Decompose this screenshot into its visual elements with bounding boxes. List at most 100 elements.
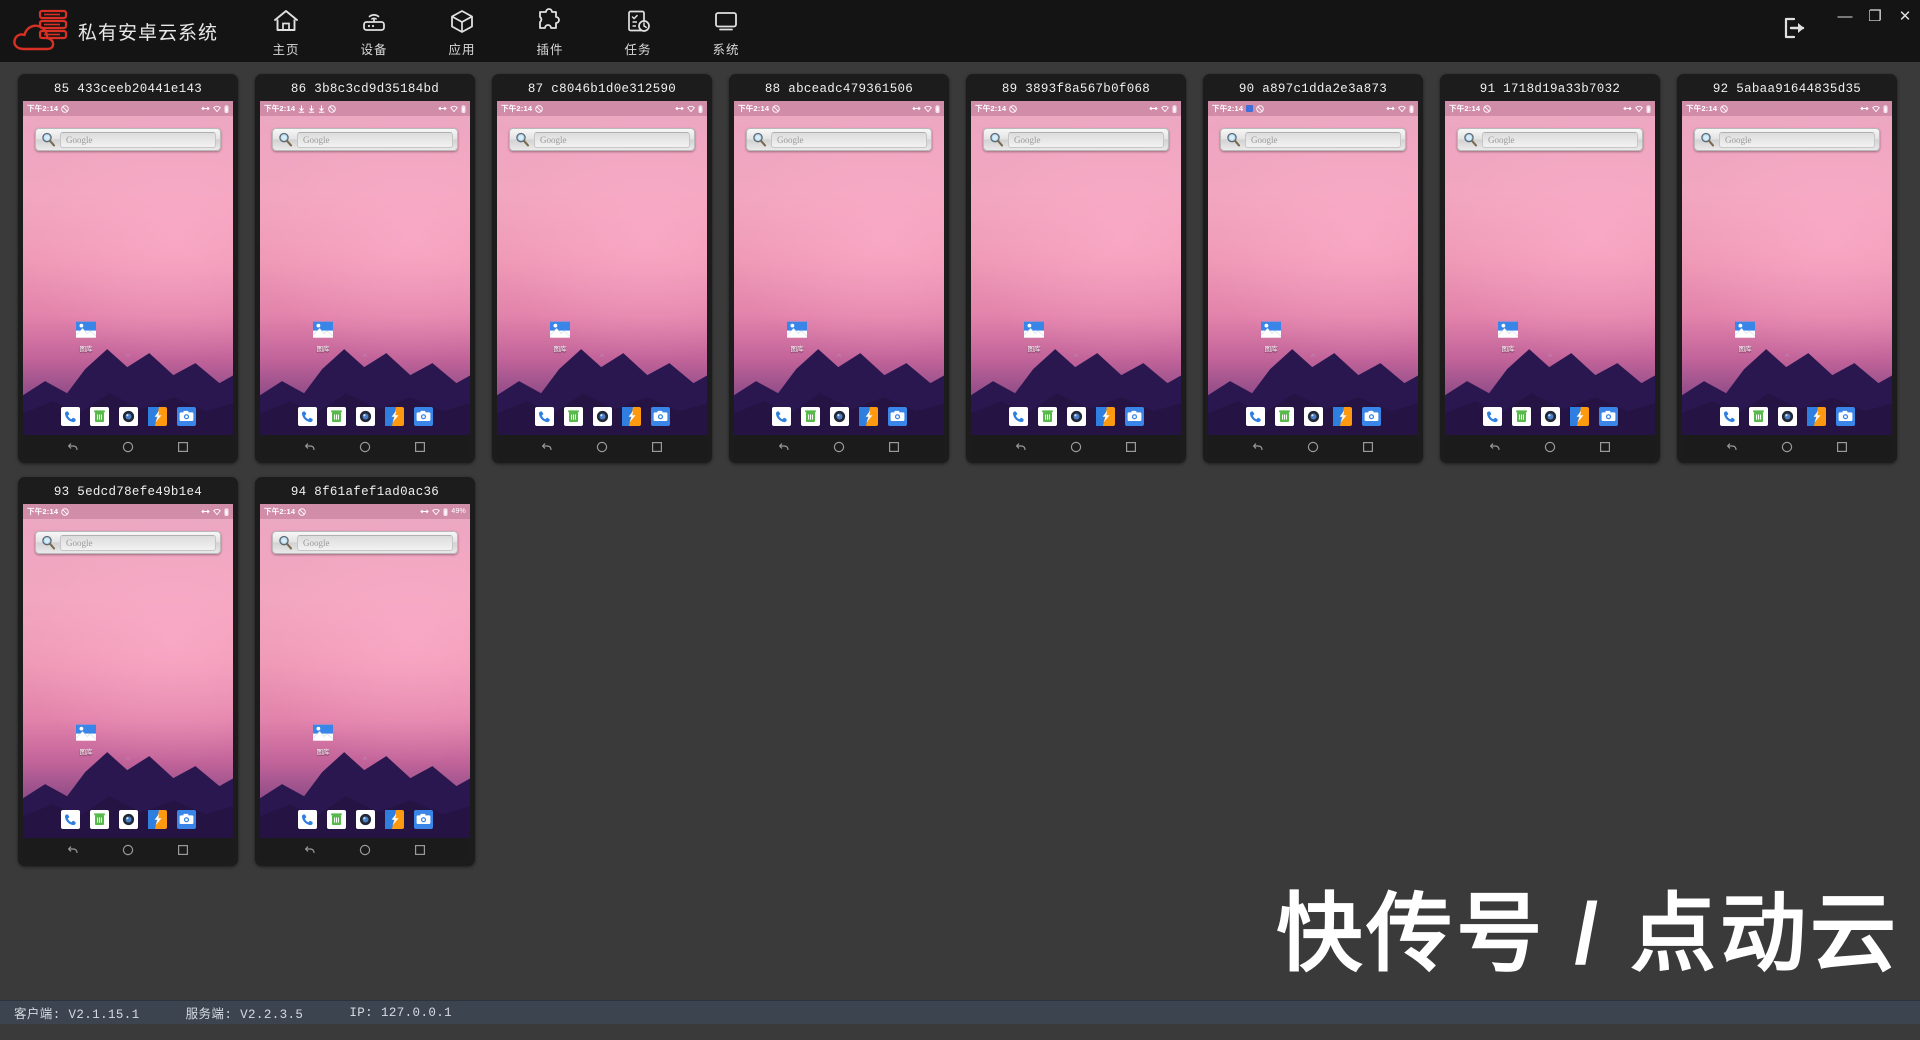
search-input[interactable]: Google bbox=[1008, 131, 1164, 148]
dock-app-camera-icon[interactable] bbox=[1835, 406, 1855, 426]
maximize-button[interactable]: ❐ bbox=[1860, 4, 1890, 28]
dock-app-camera-icon[interactable] bbox=[176, 406, 196, 426]
recents-button[interactable] bbox=[1835, 440, 1849, 454]
dock-app-phone-icon[interactable] bbox=[1245, 406, 1265, 426]
dock-app-camera-icon[interactable] bbox=[176, 809, 196, 829]
dock-app-phone-icon[interactable] bbox=[1008, 406, 1028, 426]
phone-screen[interactable]: 下午2:14 Google 图库 bbox=[23, 504, 233, 862]
device-card[interactable]: 85 433ceeb20441e143 下午2:14 Google 图库 bbox=[18, 74, 238, 463]
recents-button[interactable] bbox=[176, 440, 190, 454]
dock-app-messages-icon[interactable] bbox=[89, 406, 109, 426]
back-button[interactable] bbox=[540, 440, 554, 454]
recents-button[interactable] bbox=[650, 440, 664, 454]
recents-button[interactable] bbox=[1361, 440, 1375, 454]
search-input[interactable]: Google bbox=[60, 534, 216, 551]
home-button[interactable] bbox=[121, 843, 135, 857]
nav-item-devices[interactable]: 设备 bbox=[344, 4, 404, 58]
search-input[interactable]: Google bbox=[1482, 131, 1638, 148]
search-input[interactable]: Google bbox=[297, 131, 453, 148]
device-card[interactable]: 91 1718d19a33b7032 下午2:14 Google 图库 bbox=[1440, 74, 1660, 463]
gallery-shortcut[interactable]: 图库 bbox=[1728, 319, 1762, 353]
dock-app-camera-lens-icon[interactable] bbox=[592, 406, 612, 426]
dock-app-messages-icon[interactable] bbox=[326, 406, 346, 426]
recents-button[interactable] bbox=[413, 843, 427, 857]
phone-screen[interactable]: 下午2:14 49% Google 图库 bbox=[260, 504, 470, 862]
gallery-shortcut[interactable]: 图库 bbox=[69, 722, 103, 756]
device-card[interactable]: 93 5edcd78efe49b1e4 下午2:14 Google 图库 bbox=[18, 477, 238, 866]
back-button[interactable] bbox=[1725, 440, 1739, 454]
dock-app-camera-icon[interactable] bbox=[413, 406, 433, 426]
dock-app-camera-icon[interactable] bbox=[650, 406, 670, 426]
back-button[interactable] bbox=[1014, 440, 1028, 454]
logout-icon[interactable] bbox=[1782, 16, 1808, 45]
dock-app-uc-browser-icon[interactable] bbox=[1332, 406, 1352, 426]
dock-app-phone-icon[interactable] bbox=[60, 406, 80, 426]
home-button[interactable] bbox=[1543, 440, 1557, 454]
dock-app-uc-browser-icon[interactable] bbox=[1806, 406, 1826, 426]
dock-app-camera-icon[interactable] bbox=[1598, 406, 1618, 426]
search-input[interactable]: Google bbox=[60, 131, 216, 148]
search-input[interactable]: Google bbox=[534, 131, 690, 148]
recents-button[interactable] bbox=[413, 440, 427, 454]
gallery-shortcut[interactable]: 图库 bbox=[1491, 319, 1525, 353]
phone-screen[interactable]: 下午2:14 Google 图库 bbox=[734, 101, 944, 459]
google-search-widget[interactable]: Google bbox=[1694, 128, 1880, 151]
dock-app-messages-icon[interactable] bbox=[89, 809, 109, 829]
dock-app-messages-icon[interactable] bbox=[563, 406, 583, 426]
phone-screen[interactable]: 下午2:14 Google 图库 bbox=[23, 101, 233, 459]
dock-app-phone-icon[interactable] bbox=[297, 406, 317, 426]
device-card[interactable]: 89 3893f8a567b0f068 下午2:14 Google 图库 bbox=[966, 74, 1186, 463]
dock-app-uc-browser-icon[interactable] bbox=[147, 809, 167, 829]
dock-app-camera-icon[interactable] bbox=[1361, 406, 1381, 426]
device-card[interactable]: 94 8f61afef1ad0ac36 下午2:14 49% Google 图库 bbox=[255, 477, 475, 866]
nav-item-tasks[interactable]: 任务 bbox=[608, 4, 668, 58]
dock-app-phone-icon[interactable] bbox=[60, 809, 80, 829]
dock-app-phone-icon[interactable] bbox=[771, 406, 791, 426]
google-search-widget[interactable]: Google bbox=[509, 128, 695, 151]
minimize-button[interactable]: — bbox=[1830, 4, 1860, 28]
google-search-widget[interactable]: Google bbox=[983, 128, 1169, 151]
phone-screen[interactable]: 下午2:14 Google 图库 bbox=[971, 101, 1181, 459]
gallery-shortcut[interactable]: 图库 bbox=[780, 319, 814, 353]
phone-screen[interactable]: 下午2:14 Google 图库 bbox=[1208, 101, 1418, 459]
search-input[interactable]: Google bbox=[297, 534, 453, 551]
dock-app-messages-icon[interactable] bbox=[326, 809, 346, 829]
phone-screen[interactable]: 下午2:14 Google 图库 bbox=[1445, 101, 1655, 459]
dock-app-uc-browser-icon[interactable] bbox=[147, 406, 167, 426]
search-input[interactable]: Google bbox=[1245, 131, 1401, 148]
recents-button[interactable] bbox=[1598, 440, 1612, 454]
home-button[interactable] bbox=[358, 843, 372, 857]
phone-screen[interactable]: 下午2:14 Google 图库 bbox=[260, 101, 470, 459]
home-button[interactable] bbox=[595, 440, 609, 454]
dock-app-uc-browser-icon[interactable] bbox=[384, 406, 404, 426]
recents-button[interactable] bbox=[176, 843, 190, 857]
google-search-widget[interactable]: Google bbox=[1457, 128, 1643, 151]
google-search-widget[interactable]: Google bbox=[1220, 128, 1406, 151]
dock-app-camera-lens-icon[interactable] bbox=[118, 809, 138, 829]
search-input[interactable]: Google bbox=[771, 131, 927, 148]
device-card[interactable]: 86 3b8c3cd9d35184bd 下午2:14 Google 图库 bbox=[255, 74, 475, 463]
home-button[interactable] bbox=[358, 440, 372, 454]
home-button[interactable] bbox=[832, 440, 846, 454]
nav-item-system[interactable]: 系统 bbox=[696, 4, 756, 58]
dock-app-camera-lens-icon[interactable] bbox=[1303, 406, 1323, 426]
back-button[interactable] bbox=[303, 440, 317, 454]
gallery-shortcut[interactable]: 图库 bbox=[306, 722, 340, 756]
dock-app-uc-browser-icon[interactable] bbox=[621, 406, 641, 426]
google-search-widget[interactable]: Google bbox=[272, 531, 458, 554]
back-button[interactable] bbox=[1488, 440, 1502, 454]
dock-app-uc-browser-icon[interactable] bbox=[1569, 406, 1589, 426]
dock-app-camera-lens-icon[interactable] bbox=[1066, 406, 1086, 426]
dock-app-phone-icon[interactable] bbox=[1482, 406, 1502, 426]
back-button[interactable] bbox=[1251, 440, 1265, 454]
dock-app-phone-icon[interactable] bbox=[534, 406, 554, 426]
dock-app-camera-icon[interactable] bbox=[1124, 406, 1144, 426]
home-button[interactable] bbox=[121, 440, 135, 454]
dock-app-camera-lens-icon[interactable] bbox=[355, 406, 375, 426]
dock-app-uc-browser-icon[interactable] bbox=[858, 406, 878, 426]
dock-app-messages-icon[interactable] bbox=[1748, 406, 1768, 426]
dock-app-messages-icon[interactable] bbox=[1037, 406, 1057, 426]
dock-app-camera-icon[interactable] bbox=[887, 406, 907, 426]
home-button[interactable] bbox=[1306, 440, 1320, 454]
device-card[interactable]: 90 a897c1dda2e3a873 下午2:14 Google 图库 bbox=[1203, 74, 1423, 463]
